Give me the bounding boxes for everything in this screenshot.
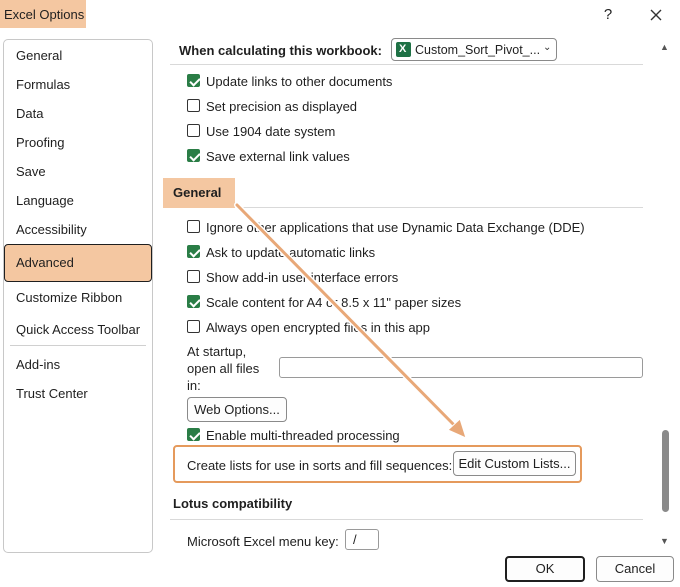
cancel-button[interactable]: Cancel [596, 556, 674, 582]
ok-button[interactable]: OK [505, 556, 585, 582]
annotation-arrow [234, 202, 467, 439]
